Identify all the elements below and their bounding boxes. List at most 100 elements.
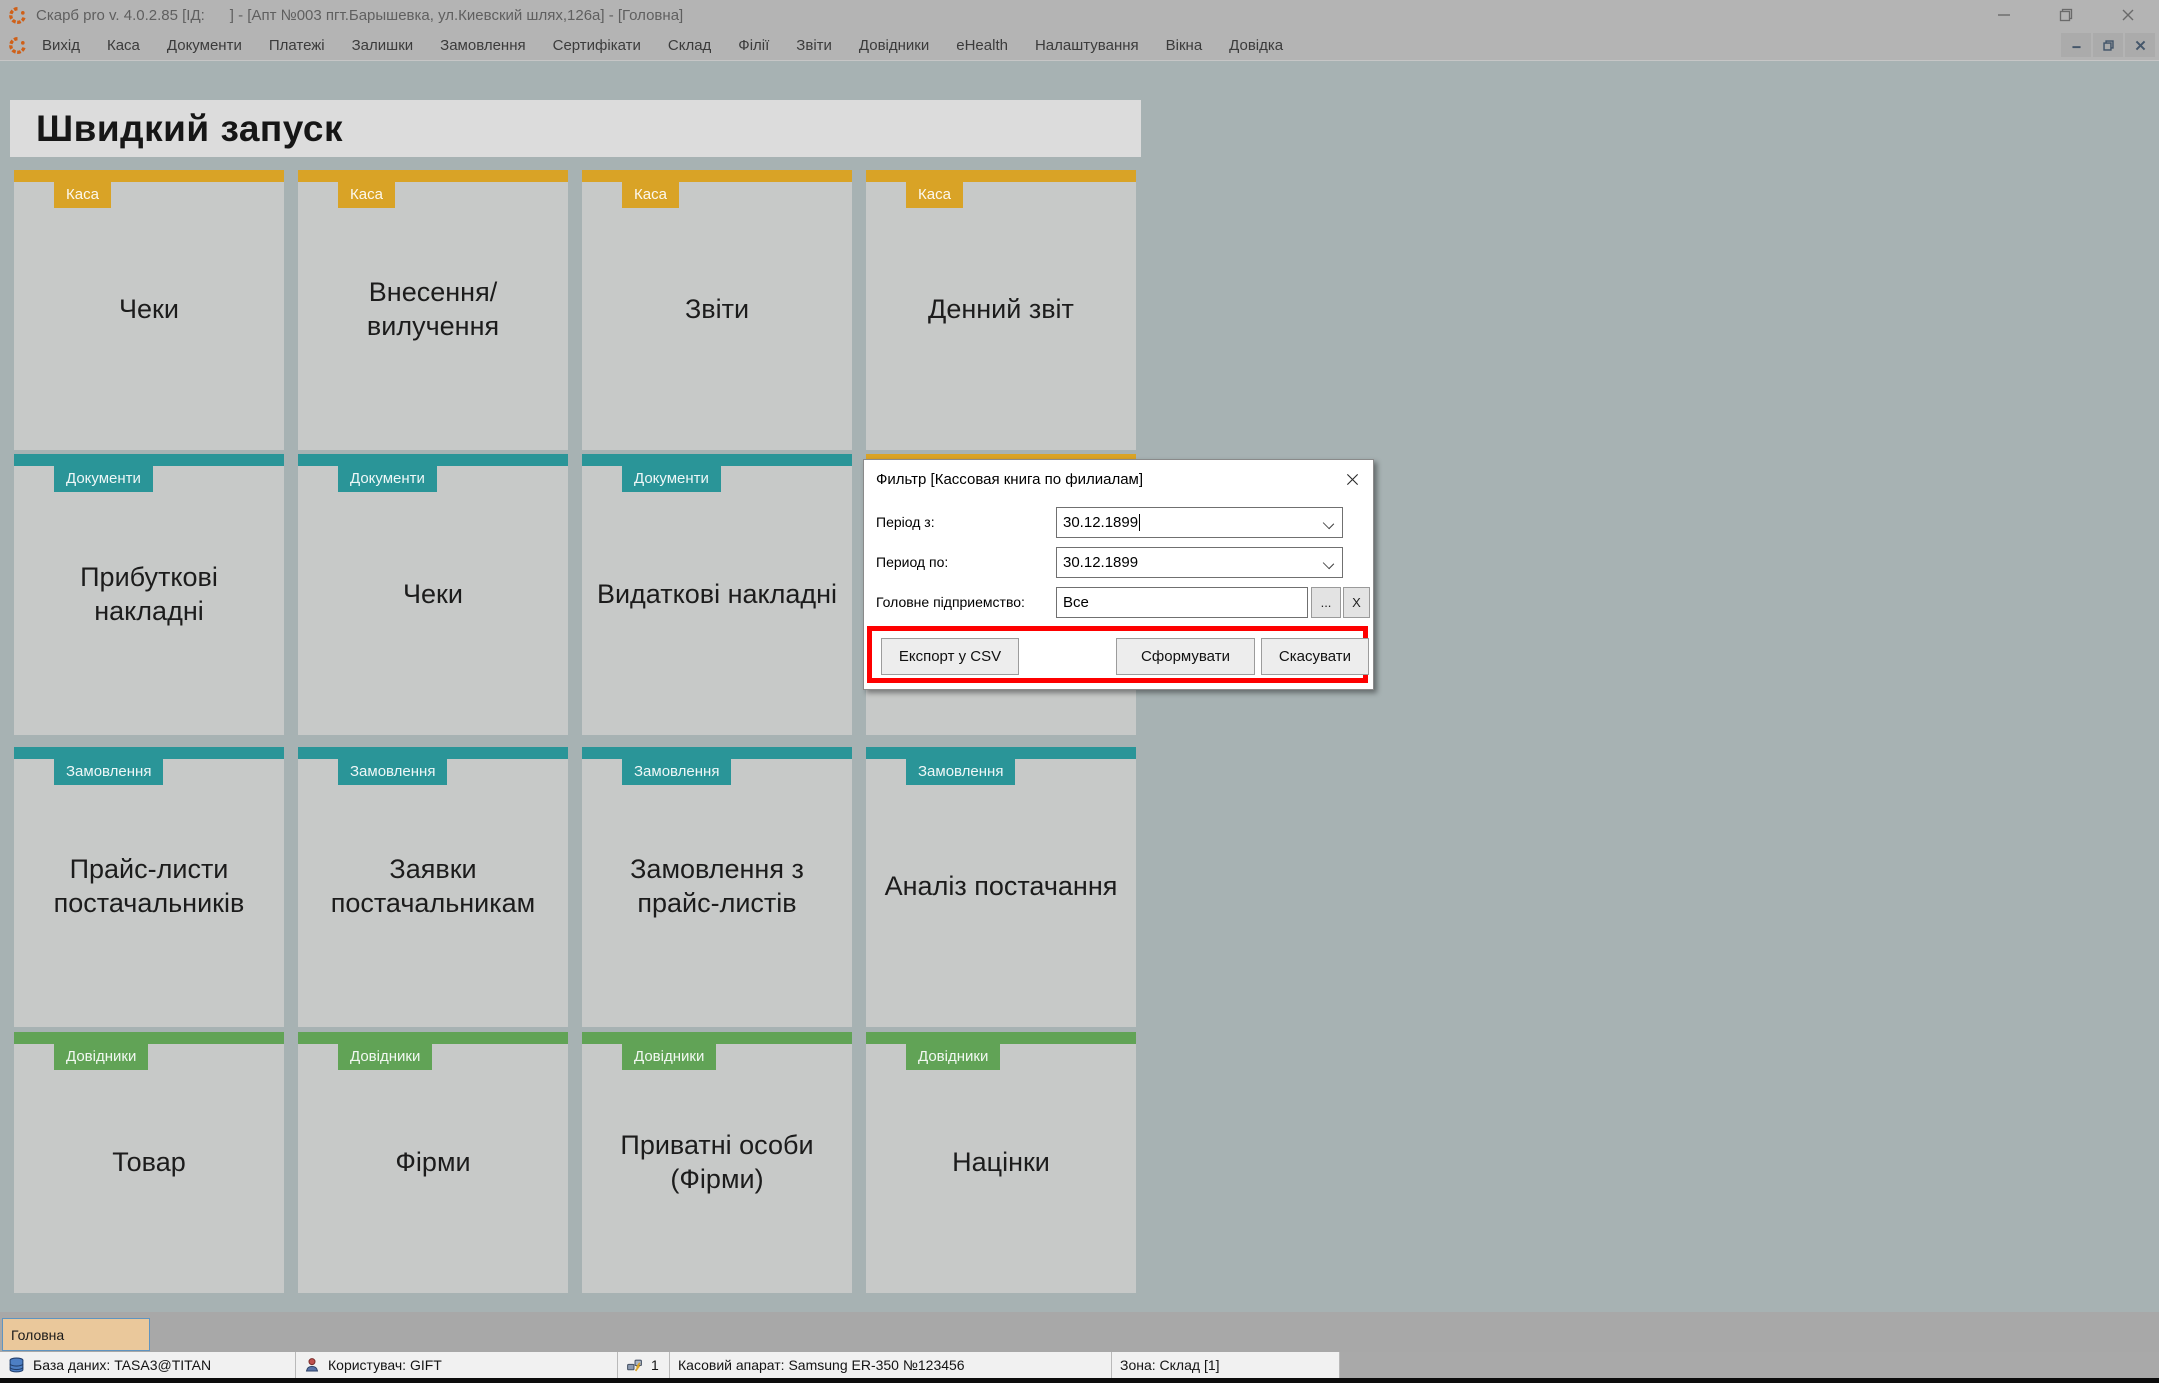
tile-row-orders: Замовлення Прайс-листи постачальників За… [14,747,1138,1027]
app-menu-icon [9,36,26,54]
tile-label: Прибуткові накладні [80,561,218,626]
menu-item-branches[interactable]: Філії [738,37,769,54]
period-to-label: Период по: [876,554,949,570]
bottom-tab-strip [0,1312,2159,1352]
main-enterprise-label: Головне підприемство: [876,594,1025,610]
menu-item-exit[interactable]: Вихід [42,37,80,54]
quick-launch-header: Швидкий запуск [10,100,1141,157]
mdi-close-button[interactable] [2125,33,2155,57]
dialog-close-button[interactable] [1331,460,1373,498]
main-enterprise-input[interactable]: Все [1056,587,1308,618]
screen-bottom-edge [0,1378,2159,1383]
menu-item-windows[interactable]: Вікна [1166,37,1203,54]
tile-dennyi-zvit[interactable]: Каса Денний звіт [866,170,1136,450]
menu-item-orders[interactable]: Замовлення [440,37,525,54]
menu-item-reports[interactable]: Звіти [796,37,832,54]
status-connections: 1 [618,1352,670,1378]
tile-zaiavky-postachalnykam[interactable]: Замовлення Заявки постачальникам [298,747,568,1027]
period-to-value: 30.12.1899 [1063,554,1139,571]
tile-zamovlennia-z-prais-lystiv[interactable]: Замовлення Замовлення з прайс-листів [582,747,852,1027]
period-from-value: 30.12.1899 [1063,514,1139,531]
clear-button[interactable]: X [1343,587,1370,618]
minimize-button[interactable] [1973,0,2035,30]
status-database: База даних: TASA3@TITAN [0,1352,296,1378]
tile-analiz-postachannia[interactable]: Замовлення Аналіз постачання [866,747,1136,1027]
tile-row-kasa: Каса Чеки Каса Внесення/вилучення Каса З… [14,170,1138,450]
menu-item-directories[interactable]: Довідники [859,37,929,54]
tile-prais-lysty-postachalnykiv[interactable]: Замовлення Прайс-листи постачальників [14,747,284,1027]
browse-button[interactable]: ... [1311,587,1341,618]
menu-item-warehouse[interactable]: Склад [668,37,711,54]
tile-label: Чеки [119,294,179,325]
status-user-text: Користувач: GIFT [328,1357,442,1373]
menu-item-ehealth[interactable]: eHealth [956,37,1008,54]
tile-label: Приватні особи (Фірми) [620,1129,814,1194]
quick-launch-title: Швидкий запуск [36,107,344,149]
status-connections-count: 1 [651,1357,659,1373]
tile-zvity-kasa[interactable]: Каса Звіти [582,170,852,450]
tile-label: Заявки постачальникам [330,854,536,918]
database-icon [8,1357,25,1374]
status-database-text: База даних: TASA3@TITAN [33,1357,212,1373]
menu-item-documents[interactable]: Документи [167,37,242,54]
status-zone-text: Зона: Склад [1] [1120,1357,1220,1373]
tile-tovar[interactable]: Довідники Товар [14,1032,284,1293]
tile-label: Замовлення з прайс-листів [630,854,804,918]
menu-item-stock-balance[interactable]: Залишки [352,37,414,54]
period-to-combobox[interactable]: 30.12.1899 [1056,547,1343,578]
tile-cheky-kasa[interactable]: Каса Чеки [14,170,284,450]
status-bar: База даних: TASA3@TITAN Користувач: GIFT… [0,1352,2159,1378]
tab-holovna[interactable]: Головна [2,1318,150,1351]
tile-label: Товар [112,1146,186,1177]
user-icon [304,1357,320,1373]
period-from-label: Період з: [876,514,935,530]
generate-button[interactable]: Сформувати [1116,638,1255,675]
tile-label: Внесення/вилучення [366,277,500,341]
main-enterprise-value: Все [1063,594,1089,611]
filter-dialog-titlebar[interactable]: Фильтр [Кассовая книга по филиалам] [864,460,1373,498]
title-bar: Скарб pro v. 4.0.2.85 [ІД: ] - [Апт №003… [0,0,2159,30]
filter-dialog-title: Фильтр [Кассовая книга по филиалам] [876,470,1144,488]
cancel-button[interactable]: Скасувати [1261,638,1369,675]
status-cash-register: Касовий апарат: Samsung ER-350 №123456 [670,1352,1112,1378]
filter-dialog: Фильтр [Кассовая книга по филиалам] Пері… [863,459,1374,690]
tile-vnesennia-vyluchennia[interactable]: Каса Внесення/вилучення [298,170,568,450]
status-zone: Зона: Склад [1] [1112,1352,1340,1378]
tile-vydatkovi-nakladni[interactable]: Документи Видаткові накладні [582,454,852,735]
tile-label: Звіти [684,294,750,325]
tile-pryvatni-osoby[interactable]: Довідники Приватні особи (Фірми) [582,1032,852,1293]
text-cursor [1139,514,1141,531]
status-user: Користувач: GIFT [296,1352,618,1378]
menu-item-certificates[interactable]: Сертифікати [553,37,641,54]
chevron-down-icon [1322,557,1335,570]
mdi-minimize-button[interactable] [2061,33,2091,57]
restore-button[interactable] [2035,0,2097,30]
tile-row-directories: Довідники Товар Довідники Фірми Довідник… [14,1032,1138,1293]
tile-label: Видаткові накладні [596,578,838,609]
close-button[interactable] [2097,0,2159,30]
mdi-restore-button[interactable] [2093,33,2123,57]
tile-cheky-documents[interactable]: Документи Чеки [298,454,568,735]
tile-natsinky[interactable]: Довідники Націнки [866,1032,1136,1293]
tile-label: Аналіз постачання [884,871,1118,902]
tile-label: Денний звіт [928,294,1074,325]
tile-prybutkovi-nakladni[interactable]: Документи Прибуткові накладні [14,454,284,735]
menu-bar: Вихід Каса Документи Платежі Залишки Зам… [0,30,2159,61]
window-title: Скарб pro v. 4.0.2.85 [ІД: ] - [Апт №003… [36,6,684,24]
chevron-down-icon [1322,517,1335,530]
mdi-window-controls [2061,33,2155,57]
menu-item-help[interactable]: Довідка [1229,37,1283,54]
menu-item-settings[interactable]: Налаштування [1035,37,1139,54]
connection-icon [626,1357,643,1374]
tile-label: Фірми [395,1146,471,1177]
tile-label: Чеки [403,578,463,609]
tile-label: Націнки [952,1146,1050,1177]
period-from-combobox[interactable]: 30.12.1899 [1056,507,1343,538]
tile-label: Прайс-листи постачальників [53,854,245,918]
tile-firmy[interactable]: Довідники Фірми [298,1032,568,1293]
status-cash-register-text: Касовий апарат: Samsung ER-350 №123456 [678,1357,965,1373]
app-logo-icon [9,6,26,24]
export-csv-button[interactable]: Експорт у CSV [881,638,1019,675]
menu-item-payments[interactable]: Платежі [269,37,325,54]
menu-item-kasa[interactable]: Каса [107,37,140,54]
